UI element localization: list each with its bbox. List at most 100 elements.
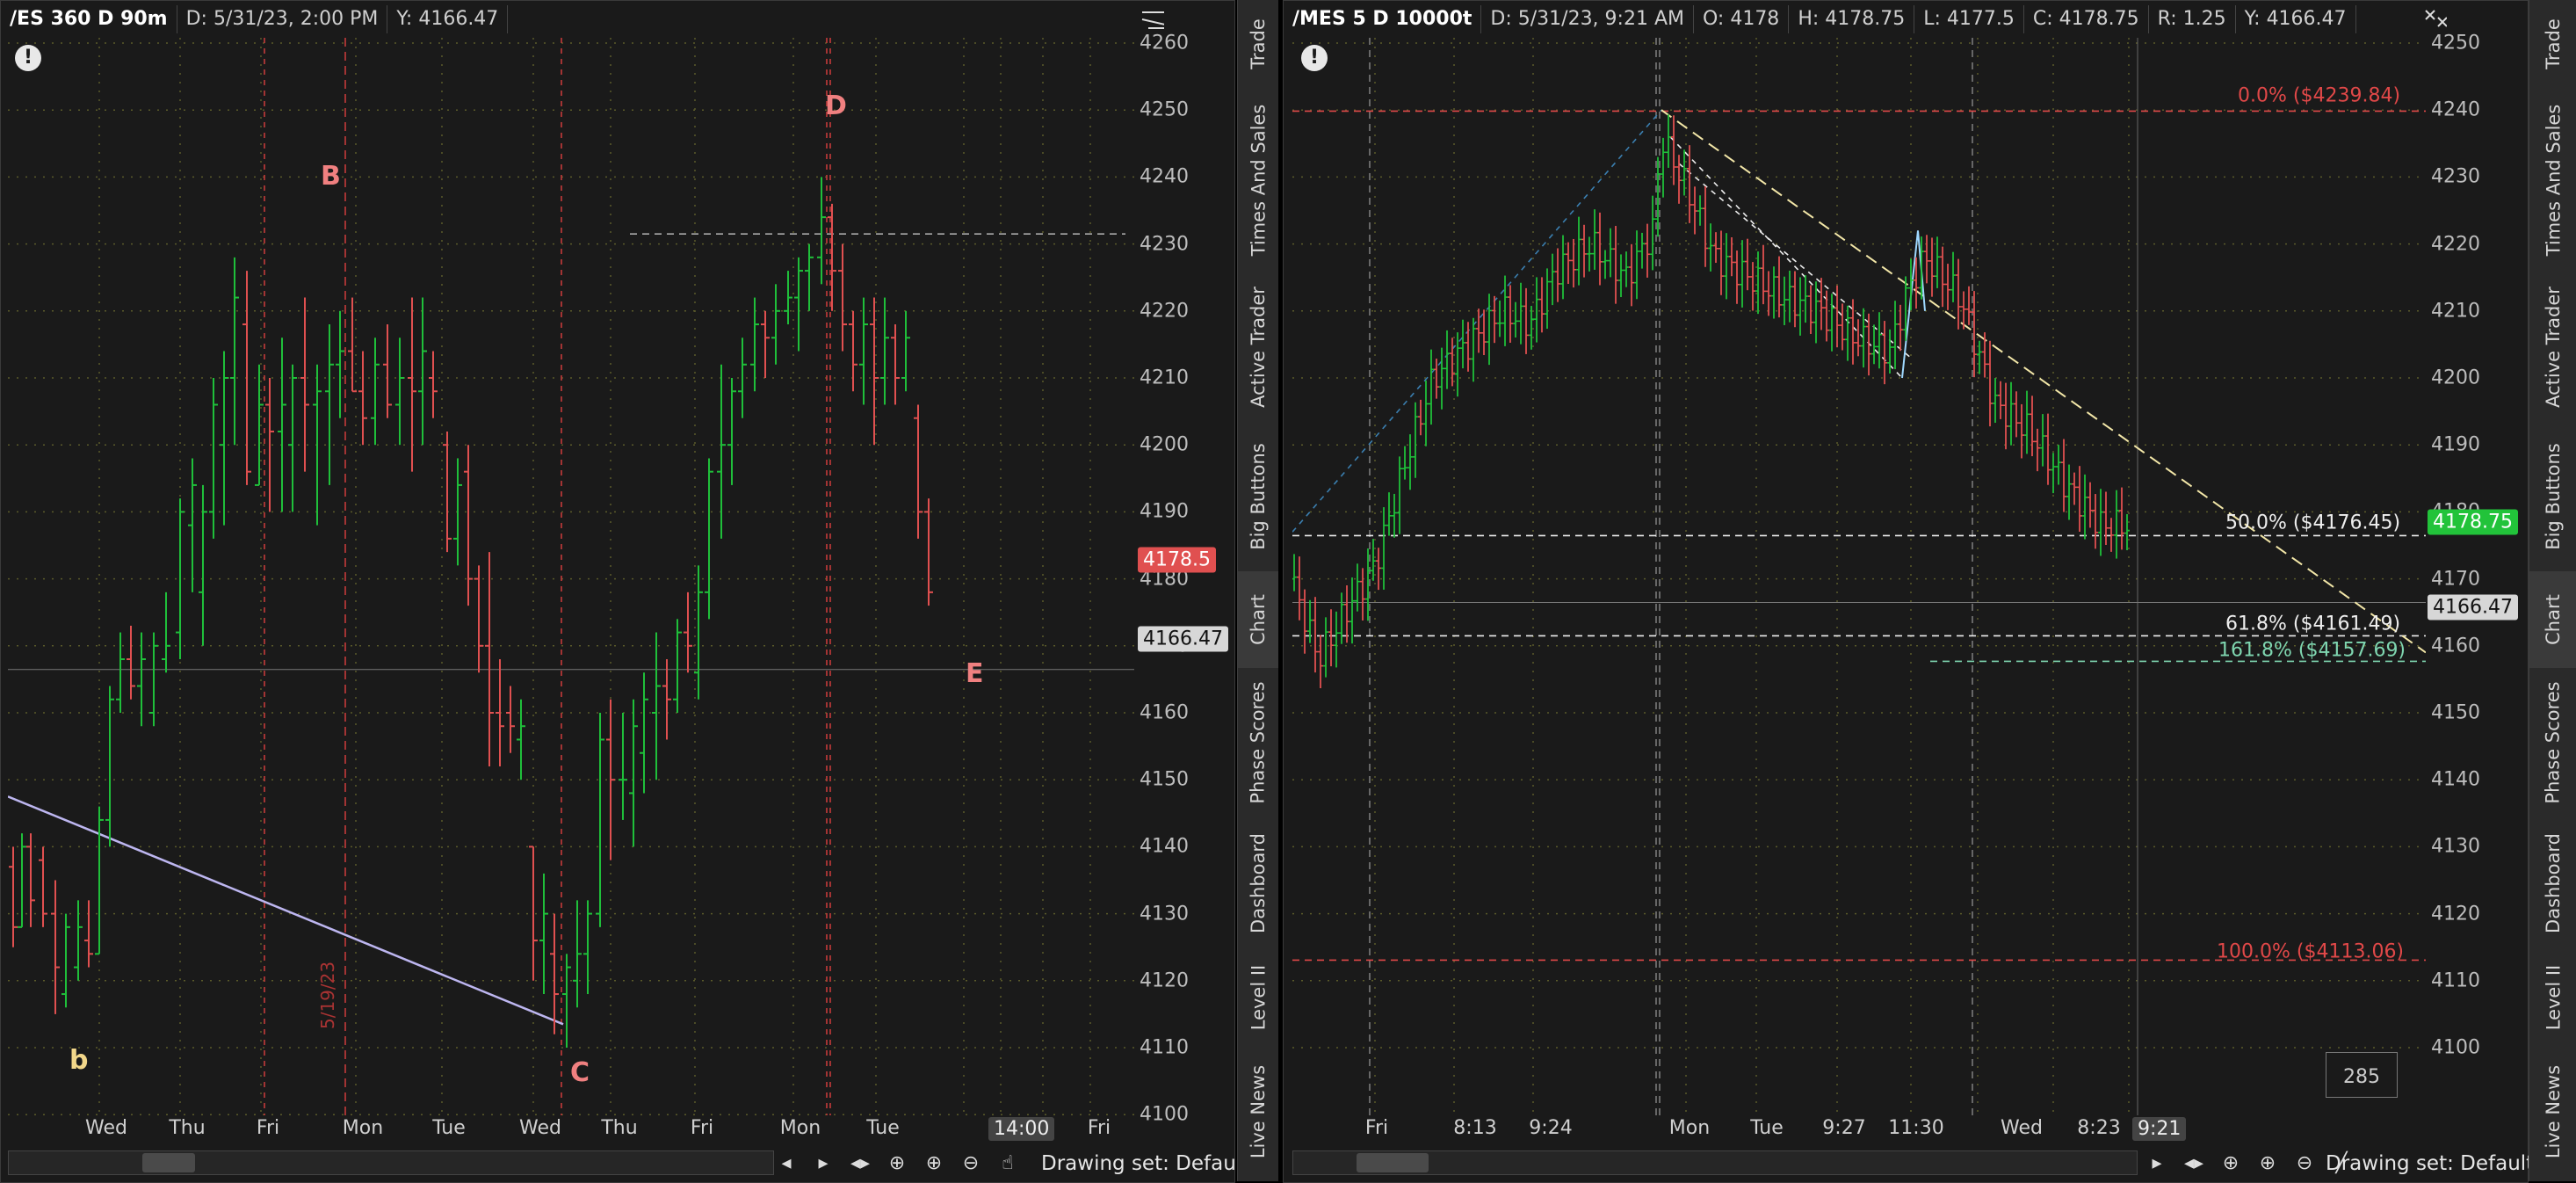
ohlc-bar — [1534, 277, 1539, 343]
left-zoom-in-icon[interactable]: ⊕ — [922, 1150, 946, 1175]
sidebar-tab-times-and-sales[interactable]: Times And Sales — [1238, 88, 1278, 272]
ohlc-bar — [1966, 286, 1972, 325]
ohlc-bar — [2082, 474, 2088, 540]
sidebar-tab-trade[interactable]: Trade — [2529, 0, 2576, 88]
ohlc-bar — [1766, 271, 1771, 316]
right-scroll-right-icon[interactable]: ▸ — [2145, 1150, 2169, 1175]
right-symbol[interactable]: /MES 5 D 10000t — [1284, 5, 1482, 33]
ohlc-bar — [2003, 382, 2008, 450]
price-tick-label: 4250 — [2431, 32, 2480, 54]
sidebar-tab-chart[interactable]: Chart — [2529, 571, 2576, 668]
ohlc-bar — [750, 297, 759, 392]
ohlc-bar — [539, 873, 548, 995]
time-tick-label: Tue — [1750, 1117, 1784, 1139]
time-tick-label: Mon — [779, 1117, 821, 1139]
time-tick-label: 9:27 — [1822, 1117, 1866, 1139]
ohlc-bar — [137, 632, 146, 727]
right-zoom-out-icon[interactable]: ⊖ — [2292, 1150, 2317, 1175]
left-drawing-set[interactable]: Drawing set: Default — [1041, 1152, 1249, 1175]
left-chart-style-icon[interactable] — [1140, 6, 1164, 31]
ohlc-bar — [1998, 381, 2003, 419]
sidebar-tab-big-buttons[interactable]: Big Buttons — [2529, 422, 2576, 571]
sidebar-tab-dashboard[interactable]: Dashboard — [1238, 817, 1278, 949]
sidebar-tab-live-news[interactable]: Live News — [1238, 1046, 1278, 1178]
left-hand-icon[interactable]: ☝ — [995, 1150, 1020, 1175]
right-chart-style-icon[interactable] — [2422, 6, 2447, 31]
ohlc-bar — [2030, 396, 2035, 457]
left-crosshair-icon[interactable]: ⊕ — [885, 1150, 909, 1175]
right-date-readout: D: 5/31/23, 9:21 AM — [1481, 5, 1694, 33]
ohlc-bar — [188, 458, 197, 592]
ohlc-bar — [1713, 232, 1719, 264]
ohlc-bar — [1465, 322, 1471, 372]
left-symbol[interactable]: /ES 360 D 90m — [1, 5, 177, 33]
left-scroll-thumb[interactable] — [142, 1153, 195, 1172]
ohlc-bar — [1386, 492, 1392, 536]
ohlc-bar — [1877, 312, 1882, 369]
ohlc-bar — [1676, 155, 1682, 204]
ohlc-bar — [583, 900, 592, 995]
right-pan-icon[interactable]: ◂▸ — [2182, 1150, 2206, 1175]
left-scroll-right-icon[interactable]: ▸ — [811, 1150, 836, 1175]
ohlc-bar — [162, 592, 170, 673]
price-tick-label: 4160 — [2431, 635, 2480, 657]
price-tick-label: 4210 — [2431, 300, 2480, 323]
sidebar-tab-live-news[interactable]: Live News — [2529, 1046, 2576, 1178]
sidebar-tab-active-trader[interactable]: Active Trader — [2529, 272, 2576, 422]
fib-anchor-line — [1292, 109, 1662, 533]
sidebar-tab-chart[interactable]: Chart — [1238, 571, 1278, 668]
ohlc-bar — [1471, 317, 1476, 382]
left-scrollbar[interactable] — [8, 1150, 774, 1175]
sidebar-tab-level-ii[interactable]: Level II — [2529, 949, 2576, 1046]
left-price-plot[interactable] — [8, 38, 1134, 1115]
sidebar-tab-big-buttons[interactable]: Big Buttons — [1238, 422, 1278, 571]
ohlc-bar — [1555, 248, 1560, 302]
price-tick-label: 4150 — [2431, 701, 2480, 724]
ohlc-bar — [1518, 282, 1523, 345]
sidebar-tab-phase-scores[interactable]: Phase Scores — [1238, 668, 1278, 817]
sidebar-tab-times-and-sales[interactable]: Times And Sales — [2529, 88, 2576, 272]
sidebar-tab-trade[interactable]: Trade — [1238, 0, 1278, 88]
right-drawing-set[interactable]: Drawing set: Default — [2326, 1152, 2534, 1175]
ohlc-bar — [1323, 617, 1328, 678]
sidebar-tab-level-ii[interactable]: Level II — [1238, 949, 1278, 1046]
left-scroll-left-icon[interactable]: ◂ — [774, 1150, 799, 1175]
ohlc-bar — [1729, 236, 1734, 277]
price-tick-label: 4100 — [2431, 1036, 2480, 1059]
ohlc-bar — [1334, 611, 1339, 668]
right-price-axis: 4250424042304220421042004190418041704160… — [2426, 33, 2528, 1115]
price-tick-label: 4230 — [1140, 233, 1189, 256]
ohlc-bar — [2093, 494, 2098, 549]
right-low-readout: L: 4177.5 — [1914, 5, 2024, 33]
right-crosshair-icon[interactable]: ⊕ — [2218, 1150, 2243, 1175]
time-tick-label: Wed — [519, 1117, 561, 1139]
sidebar-tab-phase-scores[interactable]: Phase Scores — [2529, 668, 2576, 817]
left-time-axis: Wed Thu Fri Mon Tue Wed Thu Fri Mon Tue Fri — [8, 1117, 1134, 1143]
ohlc-bar — [1871, 324, 1877, 365]
ohlc-bar — [1397, 456, 1402, 534]
time-tick-label: Fri — [256, 1117, 280, 1139]
ohlc-bar — [1613, 226, 1618, 304]
time-tick-label: Wed — [2001, 1117, 2043, 1139]
left-pan-icon[interactable]: ◂▸ — [848, 1150, 872, 1175]
ohlc-bar — [1560, 235, 1566, 300]
ohlc-bar — [1439, 347, 1444, 410]
ohlc-bar — [464, 445, 473, 606]
right-scroll-thumb[interactable] — [1357, 1153, 1429, 1172]
ohlc-bar — [209, 378, 218, 539]
ohlc-bar — [673, 619, 682, 713]
ohlc-bar — [2088, 482, 2093, 528]
left-zoom-out-icon[interactable]: ⊖ — [959, 1150, 983, 1175]
ohlc-bar — [1840, 303, 1845, 351]
right-scrollbar[interactable] — [1292, 1150, 2138, 1175]
bar-count-badge[interactable]: 285 — [2326, 1052, 2398, 1098]
ohlc-bar — [313, 364, 322, 526]
sidebar-tab-active-trader[interactable]: Active Trader — [1238, 272, 1278, 422]
ohlc-bar — [1608, 228, 1613, 278]
right-zoom-in-icon[interactable]: ⊕ — [2255, 1150, 2280, 1175]
sidebar-tab-dashboard[interactable]: Dashboard — [2529, 817, 2576, 949]
ohlc-bar — [1550, 253, 1555, 306]
right-y-readout: Y: 4166.47 — [2236, 5, 2356, 33]
price-tick-label: 4140 — [1140, 835, 1189, 858]
ohlc-bar — [2061, 439, 2066, 512]
